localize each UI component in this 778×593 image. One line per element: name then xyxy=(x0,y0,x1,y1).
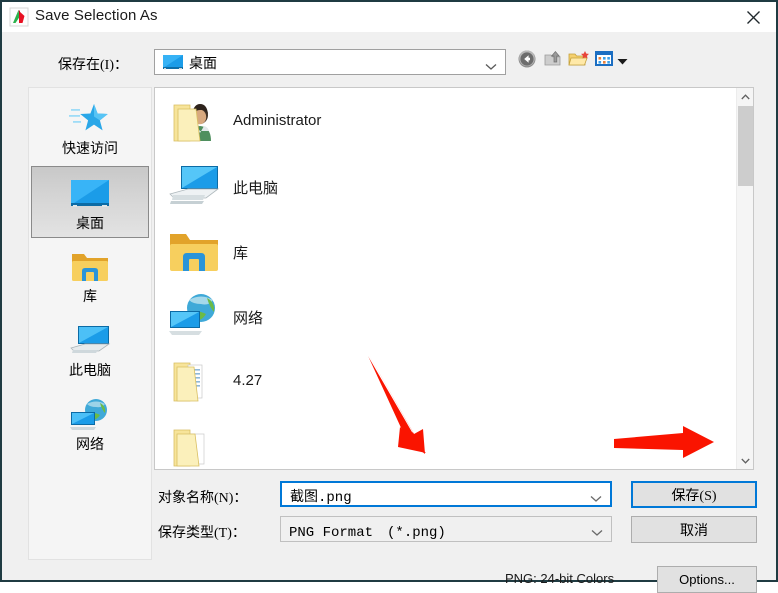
sidebar-item-desktop[interactable]: 桌面 xyxy=(31,166,149,238)
list-item[interactable] xyxy=(165,419,565,469)
options-button[interactable]: Options... xyxy=(657,566,757,593)
list-item-label: Administrator xyxy=(233,112,322,129)
folder-icon xyxy=(165,421,223,469)
file-name-input[interactable]: 截图.png xyxy=(280,481,612,507)
new-folder-button[interactable] xyxy=(567,49,591,73)
chevron-down-icon xyxy=(617,52,628,70)
dialog-client-area: 保存在(I)： 桌面 快速访问 桌面 库 此电脑 网络 Administrato… xyxy=(2,32,776,593)
list-item[interactable]: 4.27 xyxy=(165,354,565,419)
app-logo-icon xyxy=(9,7,29,27)
monitor-icon xyxy=(68,175,112,213)
scrollbar-thumb[interactable] xyxy=(738,106,753,186)
file-type-label: 保存类型(T)： xyxy=(158,526,246,541)
file-name-label: 对象名称(N)： xyxy=(158,491,248,506)
sidebar-item-quick-access[interactable]: 快速访问 xyxy=(31,92,149,164)
list-item[interactable]: Administrator xyxy=(165,94,565,159)
list-item-label: 库 xyxy=(233,245,249,262)
format-status-text: PNG: 24-bit Colors xyxy=(505,571,615,586)
list-item[interactable]: 库 xyxy=(165,224,565,289)
sidebar-item-libraries[interactable]: 库 xyxy=(31,240,149,312)
window-title: Save Selection As xyxy=(35,7,158,24)
up-one-level-button[interactable] xyxy=(541,49,565,73)
places-sidebar: 快速访问 桌面 库 此电脑 网络 xyxy=(28,87,152,560)
network-globe-icon xyxy=(165,291,223,343)
list-item-label: 网络 xyxy=(233,310,264,327)
computer-icon xyxy=(68,322,112,360)
new-folder-icon xyxy=(568,49,590,74)
network-globe-icon xyxy=(68,396,112,434)
chevron-down-icon[interactable] xyxy=(590,490,602,508)
title-bar: Save Selection As xyxy=(2,2,776,32)
monitor-icon xyxy=(163,55,183,70)
look-in-label: 保存在(I)： xyxy=(58,58,128,73)
chevron-down-icon xyxy=(485,58,497,76)
vertical-scrollbar[interactable] xyxy=(736,88,753,469)
library-folder-icon xyxy=(165,226,223,278)
list-item[interactable]: 此电脑 xyxy=(165,159,565,224)
computer-icon xyxy=(165,161,223,213)
sidebar-item-label: 库 xyxy=(83,288,97,304)
sidebar-item-label: 桌面 xyxy=(76,215,104,231)
list-item-label: 此电脑 xyxy=(233,180,279,197)
chevron-down-icon[interactable] xyxy=(591,524,603,542)
file-type-value: PNG Format (*.png) xyxy=(289,525,446,541)
scroll-up-icon[interactable] xyxy=(737,88,753,105)
file-type-select[interactable]: PNG Format (*.png) xyxy=(280,516,612,542)
sidebar-item-network[interactable]: 网络 xyxy=(31,388,149,460)
sidebar-item-this-pc[interactable]: 此电脑 xyxy=(31,314,149,386)
file-list[interactable]: Administrator 此电脑 库 网络 4.27 xyxy=(154,87,754,470)
cancel-button[interactable]: 取消 xyxy=(631,516,757,543)
file-name-value: 截图.png xyxy=(290,490,352,506)
save-button[interactable]: 保存(S) xyxy=(631,481,757,508)
sidebar-item-label: 此电脑 xyxy=(69,362,111,378)
star-icon xyxy=(68,100,112,138)
close-icon[interactable] xyxy=(730,2,776,32)
look-in-value: 桌面 xyxy=(189,55,217,71)
views-button[interactable] xyxy=(594,49,628,73)
sidebar-item-label: 网络 xyxy=(76,436,104,452)
back-arrow-icon xyxy=(517,49,537,74)
views-grid-icon xyxy=(594,50,614,73)
user-folder-icon xyxy=(165,96,223,148)
file-list-content: Administrator 此电脑 库 网络 4.27 xyxy=(155,88,736,469)
library-folder-icon xyxy=(68,248,112,286)
list-item[interactable]: 网络 xyxy=(165,289,565,354)
list-item-label: 4.27 xyxy=(233,372,263,389)
up-folder-icon xyxy=(543,49,563,74)
look-in-combo[interactable]: 桌面 xyxy=(154,49,506,75)
save-dialog-window: Save Selection As 保存在(I)： 桌面 快速访问 桌面 库 此… xyxy=(0,0,778,593)
sidebar-item-label: 快速访问 xyxy=(62,140,118,156)
back-button[interactable] xyxy=(515,49,539,73)
scroll-down-icon[interactable] xyxy=(737,452,753,469)
folder-docs-icon xyxy=(165,356,223,408)
